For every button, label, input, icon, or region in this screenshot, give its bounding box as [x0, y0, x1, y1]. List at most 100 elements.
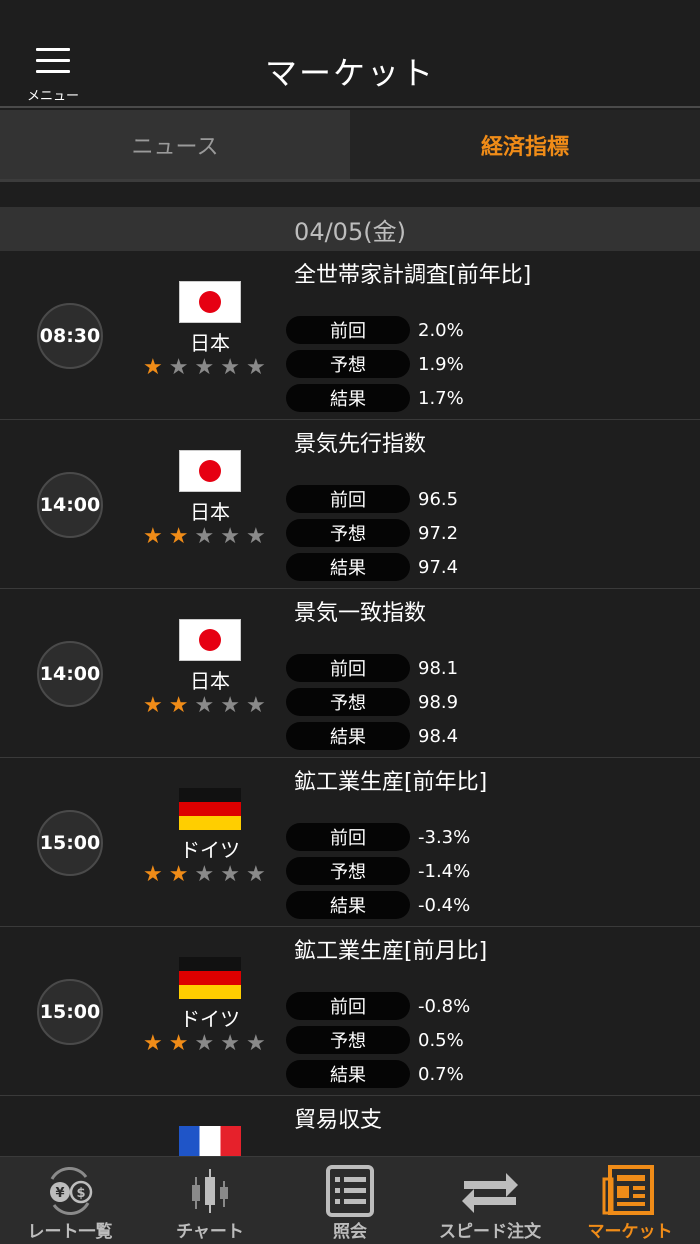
indicator-row[interactable]: 15:00 ドイツ ★ ★ ★ ★ ★ 鉱工業生産[前月比] 前回 -0.8% 予想 0.5% 結…: [0, 927, 700, 1096]
importance-stars: ★ ★ ★ ★ ★: [143, 1031, 283, 1057]
market-icon: [602, 1165, 654, 1215]
star-icon: ★: [194, 1031, 215, 1056]
bottom-nav: ¥ $ レート一覧 チャート 照会 スピード注文 マーケット: [0, 1156, 700, 1244]
star-icon: ★: [168, 355, 189, 380]
app-header: メニュー マーケット: [0, 0, 700, 108]
forecast-label: 予想: [286, 1026, 410, 1054]
forecast-value: -1.4%: [418, 860, 471, 882]
star-icon: ★: [220, 355, 240, 380]
nav-speed-order-label: スピード注文: [439, 1222, 541, 1242]
speed-order-icon: [462, 1173, 518, 1213]
forecast-label: 予想: [286, 350, 410, 378]
indicator-list[interactable]: 04/05(金) 08:30 日本 ★ ★ ★ ★ ★ 全世帯家計調査[前年比] 前回 2.0%…: [0, 185, 700, 1156]
importance-stars: ★ ★ ★ ★ ★: [143, 524, 283, 550]
indicator-values: 前回 -3.3% 予想 -1.4% 結果 -0.4%: [286, 820, 470, 922]
chart-icon: [192, 1169, 228, 1213]
star-icon: ★: [143, 1031, 163, 1056]
country-label: ドイツ: [180, 838, 240, 862]
forecast-value: 1.9%: [418, 353, 464, 375]
result-label: 結果: [286, 891, 410, 919]
tab-news[interactable]: ニュース: [0, 110, 350, 179]
importance-stars: ★ ★ ★ ★ ★: [143, 355, 283, 381]
star-icon: ★: [194, 693, 215, 718]
indicator-title: 全世帯家計調査[前年比]: [294, 263, 532, 288]
indicator-title: 鉱工業生産[前月比]: [294, 939, 488, 964]
previous-value: -3.3%: [418, 826, 471, 848]
nav-rates[interactable]: ¥ $ レート一覧: [0, 1157, 140, 1244]
previous-label: 前回: [286, 823, 410, 851]
country-label: 日本: [190, 500, 230, 524]
page-title: マーケット: [264, 54, 435, 92]
time-badge: 14:00: [37, 641, 103, 707]
forecast-label: 予想: [286, 519, 410, 547]
indicator-title: 鉱工業生産[前年比]: [294, 770, 488, 795]
star-icon: ★: [143, 355, 163, 380]
previous-value: 98.1: [418, 657, 459, 679]
indicator-row[interactable]: 08:30 日本 ★ ★ ★ ★ ★ 全世帯家計調査[前年比] 前回 2.0% 予想 1.9% 結…: [0, 251, 700, 420]
star-icon: ★: [168, 693, 189, 718]
nav-rates-label: レート一覧: [27, 1222, 113, 1242]
star-icon: ★: [245, 524, 266, 549]
forecast-value: 97.2: [418, 522, 459, 544]
time-badge: 15:00: [37, 979, 103, 1045]
flag-jp-icon: [179, 450, 241, 492]
indicator-values: 前回 96.5 予想 97.2 結果 97.4: [286, 482, 458, 584]
previous-label: 前回: [286, 654, 410, 682]
indicator-row[interactable]: 14:00 日本 ★ ★ ★ ★ ★ 景気一致指数 前回 98.1 予想 98.9 結果 98.4: [0, 589, 700, 758]
rates-icon: ¥ $: [50, 1166, 93, 1216]
star-icon: ★: [194, 355, 215, 380]
indicator-title: 景気先行指数: [294, 432, 427, 457]
nav-chart[interactable]: チャート: [140, 1157, 280, 1244]
nav-chart-label: チャート: [176, 1222, 244, 1242]
forecast-label: 予想: [286, 857, 410, 885]
previous-label: 前回: [286, 316, 410, 344]
star-icon: ★: [194, 524, 215, 549]
nav-market[interactable]: マーケット: [560, 1157, 700, 1244]
indicator-values: 前回 98.1 予想 98.9 結果 98.4: [286, 651, 458, 753]
result-value: 97.4: [418, 556, 459, 578]
result-value: 1.7%: [418, 387, 464, 409]
date-header: 04/05(金): [0, 207, 700, 251]
star-icon: ★: [220, 862, 240, 887]
flag-fr-icon: [179, 1126, 241, 1156]
importance-stars: ★ ★ ★ ★ ★: [143, 693, 283, 719]
nav-speed-order[interactable]: スピード注文: [420, 1157, 560, 1244]
flag-jp-icon: [179, 619, 241, 661]
svg-text:¥: ¥: [55, 1186, 64, 1201]
star-icon: ★: [245, 693, 266, 718]
star-icon: ★: [143, 862, 163, 887]
indicator-values: 前回 2.0% 予想 1.9% 結果 1.7%: [286, 313, 464, 415]
star-icon: ★: [143, 693, 163, 718]
star-icon: ★: [220, 1031, 240, 1056]
star-icon: ★: [143, 524, 163, 549]
star-icon: ★: [168, 862, 189, 887]
indicator-row[interactable]: 14:00 日本 ★ ★ ★ ★ ★ 景気先行指数 前回 96.5 予想 97.2 結果 97.4: [0, 420, 700, 589]
nav-inquiry[interactable]: 照会: [280, 1157, 420, 1244]
star-icon: ★: [220, 693, 240, 718]
country-label: 日本: [190, 669, 230, 693]
previous-label: 前回: [286, 485, 410, 513]
forecast-value: 0.5%: [418, 1029, 464, 1051]
forecast-label: 予想: [286, 688, 410, 716]
country-label: 日本: [190, 331, 230, 355]
forecast-value: 98.9: [418, 691, 459, 713]
result-label: 結果: [286, 722, 410, 750]
result-value: -0.4%: [418, 894, 471, 916]
indicator-title: 貿易収支: [294, 1108, 383, 1133]
nav-market-label: マーケット: [587, 1222, 673, 1242]
inquiry-icon: [326, 1165, 374, 1217]
svg-text:$: $: [76, 1186, 85, 1201]
indicator-title: 景気一致指数: [294, 601, 427, 626]
previous-value: -0.8%: [418, 995, 471, 1017]
indicator-row[interactable]: 15:00 ドイツ ★ ★ ★ ★ ★ 鉱工業生産[前年比] 前回 -3.3% 予想 -1.4% …: [0, 758, 700, 927]
star-icon: ★: [245, 1031, 266, 1056]
indicator-row[interactable]: 貿易収支: [0, 1096, 700, 1156]
tab-bar: ニュース 経済指標: [0, 110, 700, 182]
result-label: 結果: [286, 1060, 410, 1088]
result-label: 結果: [286, 553, 410, 581]
previous-label: 前回: [286, 992, 410, 1020]
star-icon: ★: [168, 524, 189, 549]
nav-inquiry-label: 照会: [333, 1222, 367, 1242]
tab-economic-indicators[interactable]: 経済指標: [350, 110, 700, 179]
result-value: 98.4: [418, 725, 459, 747]
